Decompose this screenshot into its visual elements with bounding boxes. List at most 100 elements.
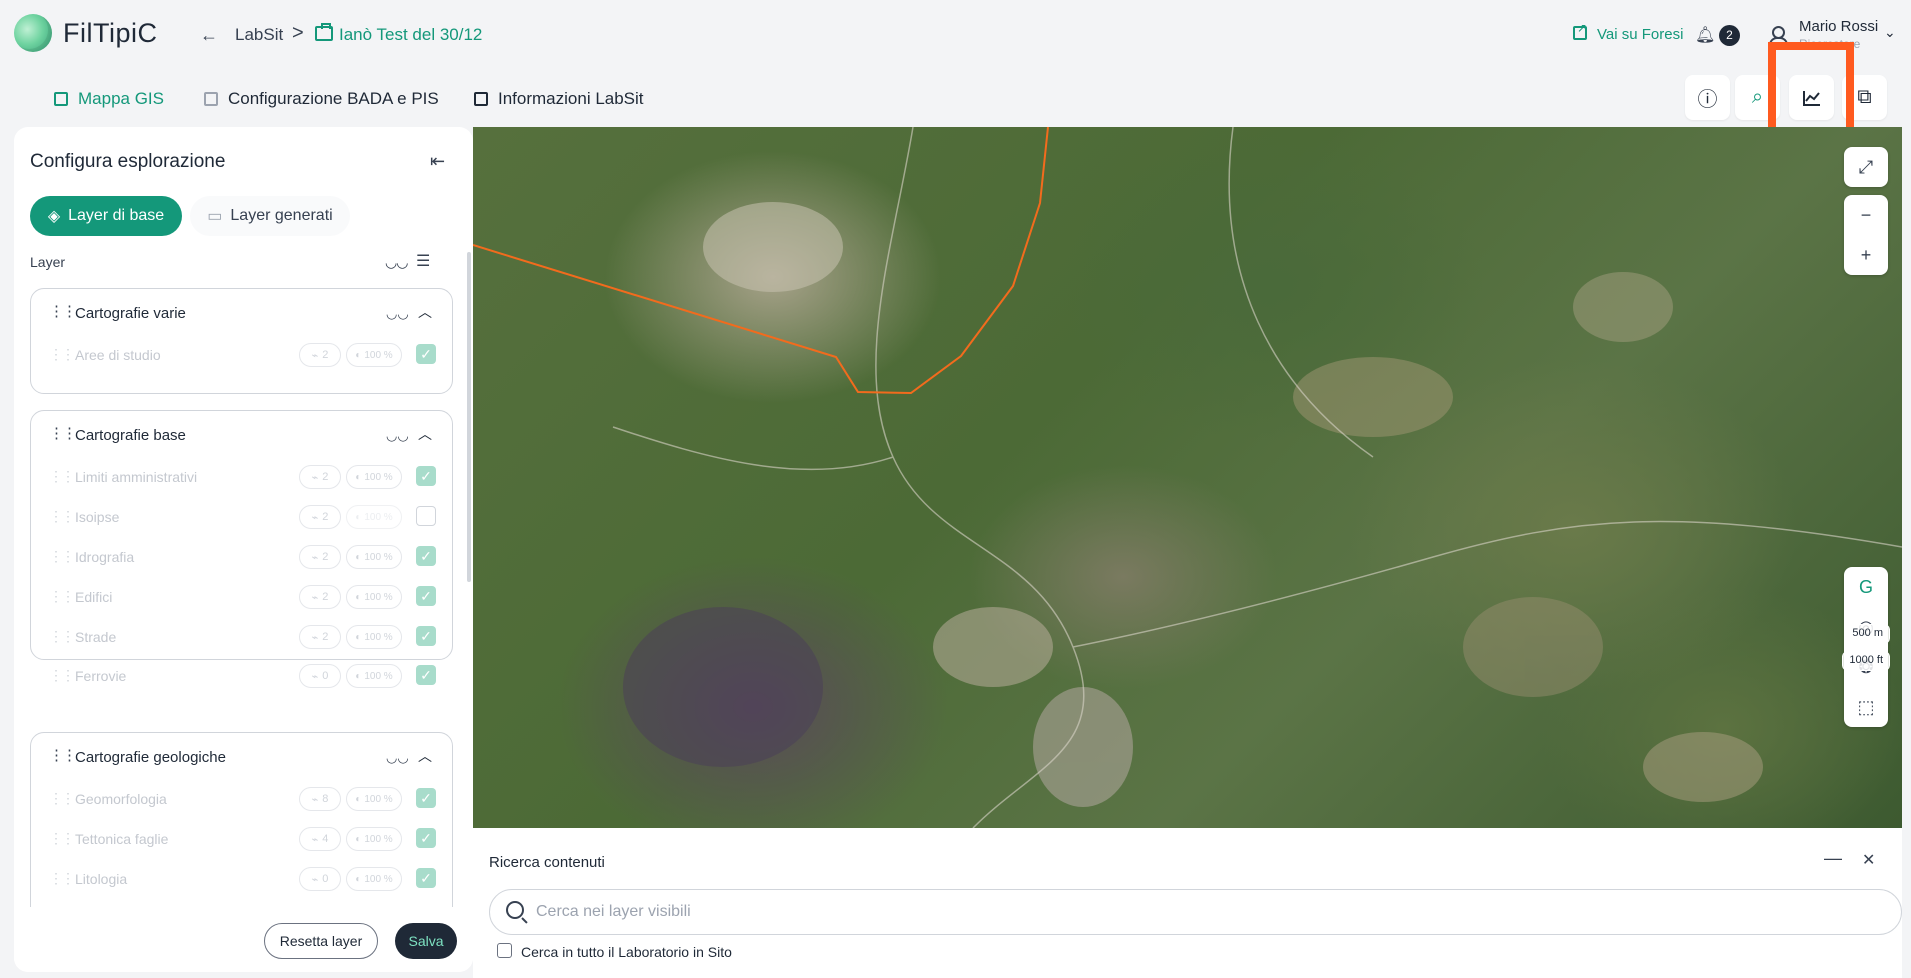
attachment-chip[interactable]: ⌁ 0: [299, 664, 341, 688]
tab-informazioni[interactable]: Informazioni LabSit: [474, 89, 644, 109]
layer-base-tab[interactable]: ◈ Layer di base: [30, 196, 182, 236]
layer-checkbox[interactable]: ✓: [416, 788, 436, 808]
layer-generated-tab[interactable]: ▭ Layer generati: [190, 196, 350, 236]
layer-row: ⋮⋮ Limiti amministrativi ⌁ 2 ◐ 100 % ✓: [31, 458, 452, 498]
terrain-patches: [623, 202, 1763, 807]
opacity-chip[interactable]: ◐ 100 %: [346, 505, 402, 529]
drag-handle-icon[interactable]: ⋮⋮: [49, 628, 75, 645]
eye-closed-icon[interactable]: ◡◡: [385, 254, 408, 271]
layer-generated-label: Layer generati: [230, 207, 333, 224]
opacity-chip[interactable]: ◐ 100 %: [346, 787, 402, 811]
layer-checkbox[interactable]: ✓: [416, 626, 436, 646]
attachment-chip[interactable]: ⌁ 2: [299, 343, 341, 367]
opacity-chip[interactable]: ◐ 100 %: [346, 664, 402, 688]
attachment-chip[interactable]: ⌁ 0: [299, 867, 341, 891]
map-tools: G ◎ ❂ ⬚: [1844, 567, 1888, 727]
collapse-panel-icon[interactable]: ⇤: [430, 151, 445, 172]
layer-checkbox[interactable]: ✓: [416, 586, 436, 606]
list-indent-icon[interactable]: ☰: [416, 251, 430, 271]
drag-handle-icon[interactable]: ⋮⋮: [49, 346, 75, 363]
attachment-chip[interactable]: ⌁ 2: [299, 545, 341, 569]
drag-handle-icon[interactable]: ⋮⋮: [49, 548, 75, 565]
layer-base-label: Layer di base: [68, 207, 165, 224]
opacity-chip[interactable]: ◐ 100 %: [346, 867, 402, 891]
layer-checkbox[interactable]: ✓: [416, 665, 436, 685]
reset-layers-button[interactable]: Resetta layer: [264, 923, 378, 959]
chevron-up-icon[interactable]: ︿: [418, 424, 432, 444]
zoom-in-icon[interactable]: +: [1844, 235, 1888, 275]
search-input[interactable]: [489, 889, 1902, 935]
group-title: Cartografie varie: [75, 305, 186, 322]
layer-name: Edifici: [75, 589, 113, 605]
fullscreen-icon[interactable]: ⤢: [1844, 147, 1888, 187]
drag-handle-icon[interactable]: ⋮⋮: [49, 667, 75, 684]
eye-closed-icon[interactable]: ◡◡: [386, 750, 409, 766]
chevron-up-icon[interactable]: ︿: [418, 746, 432, 766]
layer-section-label: Layer: [30, 254, 66, 270]
opacity-chip[interactable]: ◐ 100 %: [346, 625, 402, 649]
external-link[interactable]: Vai su Foresi: [1597, 26, 1683, 43]
drag-handle-icon[interactable]: ⋮⋮: [49, 746, 77, 764]
opacity-icon: ◐: [355, 349, 362, 361]
minimize-icon[interactable]: —: [1824, 848, 1842, 869]
attachment-chip[interactable]: ⌁ 2: [299, 625, 341, 649]
opacity-chip[interactable]: ◐ 100 %: [346, 545, 402, 569]
drag-handle-icon[interactable]: ⋮⋮: [49, 468, 75, 485]
search-all-checkbox[interactable]: [497, 943, 512, 958]
user-name[interactable]: Mario Rossi: [1799, 18, 1878, 35]
bell-icon[interactable]: 🔔︎: [1695, 25, 1715, 45]
google-icon[interactable]: G: [1844, 567, 1888, 607]
selection-icon[interactable]: ⬚: [1844, 687, 1888, 727]
chevron-down-icon[interactable]: ⌄: [1884, 24, 1896, 41]
eye-closed-icon[interactable]: ◡◡: [386, 306, 409, 322]
breadcrumb-labsit[interactable]: LabSit: [235, 25, 283, 45]
attachment-chip[interactable]: ⌁ 4: [299, 827, 341, 851]
opacity-chip[interactable]: ◐ 100 %: [346, 465, 402, 489]
opacity-chip[interactable]: ◐ 100 %: [346, 585, 402, 609]
drag-handle-icon[interactable]: ⋮⋮: [49, 870, 75, 887]
tab-mappa-gis[interactable]: Mappa GIS: [54, 89, 164, 109]
attachment-chip[interactable]: ⌁ 2: [299, 505, 341, 529]
tab-label: Mappa GIS: [78, 89, 164, 108]
drag-handle-icon[interactable]: ⋮⋮: [49, 790, 75, 807]
attachment-chip[interactable]: ⌁ 2: [299, 465, 341, 489]
attachment-chip[interactable]: ⌁ 8: [299, 787, 341, 811]
paperclip-icon: ⌁: [311, 349, 319, 362]
layer-checkbox[interactable]: ✓: [416, 506, 436, 526]
app-header: FilTipiC ← LabSit > Ianò Test del 30/12 …: [0, 0, 1911, 70]
breadcrumb-current[interactable]: Ianò Test del 30/12: [339, 25, 482, 45]
layer-row: ⋮⋮ Edifici ⌁ 2 ◐ 100 % ✓: [31, 578, 452, 618]
drag-handle-icon[interactable]: ⋮⋮: [49, 508, 75, 525]
external-link-icon[interactable]: [1573, 21, 1587, 40]
opacity-chip[interactable]: ◐ 100 %: [346, 827, 402, 851]
layer-group: ⋮⋮ Cartografie varie ◡◡ ︿ ⋮⋮ Aree di stu…: [30, 288, 453, 394]
eye-closed-icon[interactable]: ◡◡: [386, 428, 409, 444]
layer-row: ⋮⋮ Aree di studio ⌁ 2 ◐ 100 % ✓: [31, 336, 452, 376]
layer-checkbox[interactable]: ✓: [416, 546, 436, 566]
layer-name: Ferrovie: [75, 668, 127, 684]
attachment-chip[interactable]: ⌁ 2: [299, 585, 341, 609]
notification-badge[interactable]: 2: [1719, 25, 1740, 46]
close-icon[interactable]: ✕: [1862, 850, 1875, 870]
drag-handle-icon[interactable]: ⋮⋮: [49, 588, 75, 605]
paperclip-icon: ⌁: [311, 670, 319, 683]
opacity-chip[interactable]: ◐ 100 %: [346, 343, 402, 367]
layer-checkbox[interactable]: ✓: [416, 344, 436, 364]
gis-map[interactable]: ⤢ − + G ◎ ❂ ⬚ 500 m 1000 ft: [473, 127, 1902, 828]
layer-checkbox[interactable]: ✓: [416, 466, 436, 486]
save-button[interactable]: Salva: [395, 923, 457, 959]
drag-handle-icon[interactable]: ⋮⋮: [49, 830, 75, 847]
info-cursor-button[interactable]: ⓘ: [1685, 75, 1730, 120]
drag-handle-icon[interactable]: ⋮⋮: [49, 424, 77, 442]
zoom-out-icon[interactable]: −: [1844, 195, 1888, 235]
drag-handle-icon[interactable]: ⋮⋮: [49, 302, 77, 320]
chevron-up-icon[interactable]: ︿: [418, 302, 432, 322]
paperclip-icon: ⌁: [311, 631, 319, 644]
back-arrow-icon[interactable]: ←: [200, 25, 218, 46]
tab-configurazione[interactable]: Configurazione BADA e PIS: [204, 89, 439, 109]
layer-checkbox[interactable]: ✓: [416, 828, 436, 848]
layer-checkbox[interactable]: ✓: [416, 868, 436, 888]
layer-row: ⋮⋮ Isoipse ⌁2 ◐100 % ✓: [31, 498, 452, 538]
fullscreen-control[interactable]: ⤢: [1844, 147, 1888, 187]
panel-scrollbar[interactable]: [467, 252, 471, 582]
